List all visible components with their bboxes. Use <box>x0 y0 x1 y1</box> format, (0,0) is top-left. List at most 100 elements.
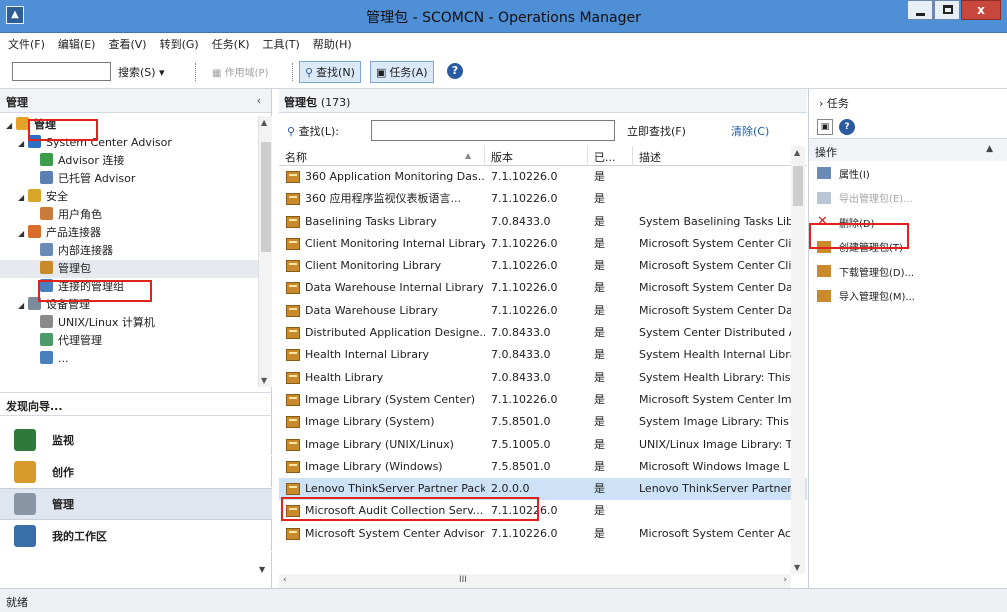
wunderbar-button[interactable]: 管理 <box>0 488 272 520</box>
table-row[interactable]: Baselining Tasks Library 7.0.8433.0 是 Syste… <box>279 211 807 233</box>
scrollbar-thumb[interactable] <box>793 166 803 206</box>
column-divider[interactable] <box>484 146 485 166</box>
wunderbar-button[interactable]: 监视 <box>0 424 272 456</box>
menu-item[interactable]: 文件(F) <box>8 36 45 52</box>
scrollbar-thumb[interactable] <box>261 142 271 252</box>
column-header-description[interactable]: 描述 <box>639 149 661 165</box>
table-row[interactable]: Data Warehouse Library 7.1.10226.0 是 Micros… <box>279 300 807 322</box>
expand-toggle-icon[interactable]: ◢ <box>6 117 16 135</box>
menu-item[interactable]: 任务(K) <box>212 36 250 52</box>
action-download[interactable]: 下载管理包(D)... <box>809 259 1007 284</box>
expand-toggle-icon[interactable]: ◢ <box>18 135 28 153</box>
column-divider[interactable] <box>587 146 588 166</box>
scroll-down-icon[interactable]: ▼ <box>261 376 267 385</box>
table-row[interactable]: Distributed Application Designe... 7.0.84… <box>279 322 807 344</box>
tasks-button[interactable]: ▣ 任务(A) <box>370 61 434 83</box>
scroll-right-icon[interactable]: › <box>783 575 787 585</box>
scrollbar-grip[interactable]: III <box>459 575 467 585</box>
action-import[interactable]: 导入管理包(M)... <box>809 284 1007 309</box>
help-tab-icon[interactable]: ? <box>839 119 855 135</box>
column-header-name[interactable]: 名称 <box>285 149 307 165</box>
expand-toggle-icon[interactable]: ◢ <box>18 189 28 207</box>
discovery-wizard-link[interactable]: 发现向导... <box>0 392 272 416</box>
minimize-button[interactable] <box>907 0 933 20</box>
cell-name: Data Warehouse Internal Library <box>305 281 484 295</box>
cell-desc: System Health Internal Libra <box>639 348 791 362</box>
cell-version: 7.0.8433.0 <box>491 348 551 362</box>
table-row[interactable]: Image Library (System) 7.5.8501.0 是 System … <box>279 411 807 433</box>
find-input[interactable] <box>371 120 615 141</box>
action-export[interactable]: 导出管理包(E)... <box>809 186 1007 211</box>
column-header-version[interactable]: 版本 <box>491 149 513 165</box>
collapse-section-icon[interactable]: ▲ <box>986 144 993 154</box>
tree-item[interactable]: 已托管 Advisor <box>0 170 258 188</box>
tasks-header[interactable]: › 任务 <box>809 89 1007 115</box>
menu-item[interactable]: 帮助(H) <box>313 36 352 52</box>
expand-toggle-icon[interactable]: ◢ <box>18 297 28 315</box>
table-row[interactable]: Image Library (UNIX/Linux) 7.5.1005.0 是 UNI… <box>279 434 807 456</box>
tree-scrollbar[interactable]: ▲ ▼ <box>258 116 272 387</box>
table-row[interactable]: Data Warehouse Internal Library 7.1.10226… <box>279 277 807 299</box>
menu-item[interactable]: 工具(T) <box>262 36 299 52</box>
expand-toggle-icon[interactable]: ◢ <box>18 225 28 243</box>
tree-item[interactable]: ◢ 设备管理 <box>0 296 258 314</box>
scroll-up-icon[interactable]: ▲ <box>794 148 800 157</box>
action-create[interactable]: 创建管理包(T) <box>809 235 1007 260</box>
cell-name: Baselining Tasks Library <box>305 214 437 228</box>
tree-item[interactable]: UNIX/Linux 计算机 <box>0 314 258 332</box>
toolbar-search-input[interactable] <box>12 62 111 81</box>
tree-item[interactable]: ◢ 产品连接器 <box>0 224 258 242</box>
tree-item[interactable]: ◢ 管理 <box>0 116 258 134</box>
table-row[interactable]: Image Library (Windows) 7.5.8501.0 是 Micros… <box>279 456 807 478</box>
tree-item[interactable]: Advisor 连接 <box>0 152 258 170</box>
cell-version: 7.1.10226.0 <box>491 259 558 273</box>
scope-button[interactable]: ▦ 作用域(P) <box>212 64 268 79</box>
cell-version: 7.5.8501.0 <box>491 459 551 473</box>
find-now-button[interactable]: 立即查找(F) <box>627 123 686 139</box>
scroll-up-icon[interactable]: ▲ <box>261 118 267 127</box>
table-row[interactable]: Lenovo ThinkServer Partner Pack 2.0.0.0 是 L… <box>279 478 807 501</box>
tree-item[interactable]: ◢ 安全 <box>0 188 258 206</box>
cell-name: Health Library <box>305 370 384 384</box>
column-divider[interactable] <box>632 146 633 166</box>
scroll-down-icon[interactable]: ▼ <box>794 563 800 572</box>
clear-button[interactable]: 清除(C) <box>731 123 769 139</box>
tree-item[interactable]: 内部连接器 <box>0 242 258 260</box>
tree-item[interactable]: 代理管理 <box>0 332 258 350</box>
table-row[interactable]: 360 应用程序监视仪表板语言... 7.1.10226.0 是 <box>279 188 807 210</box>
menu-item[interactable]: 查看(V) <box>108 36 146 52</box>
scroll-left-icon[interactable]: ‹ <box>283 575 287 585</box>
menu-item[interactable]: 编辑(E) <box>58 36 96 52</box>
more-buttons-icon[interactable]: ▼ <box>259 565 265 574</box>
table-row[interactable]: Health Internal Library 7.0.8433.0 是 System… <box>279 344 807 366</box>
maximize-button[interactable] <box>934 0 960 20</box>
cell-desc: Microsoft System Center Ac <box>639 526 791 540</box>
wunderbar-button[interactable]: 创作 <box>0 456 272 488</box>
grid-vertical-scrollbar[interactable]: ▲ ▼ <box>791 146 805 574</box>
table-row[interactable]: Microsoft Audit Collection Serv... 7.1.10… <box>279 500 807 522</box>
close-button[interactable]: x <box>961 0 1001 20</box>
help-icon[interactable]: ? <box>447 63 463 79</box>
column-header-sealed[interactable]: 已... <box>594 149 616 165</box>
table-row[interactable]: Client Monitoring Library 7.1.10226.0 是 Mic… <box>279 255 807 277</box>
grid-horizontal-scrollbar[interactable]: ‹ III › <box>279 574 791 588</box>
table-row[interactable]: Health Library 7.0.8433.0 是 System Health L… <box>279 367 807 389</box>
search-dropdown[interactable]: 搜索(S) ▾ <box>118 64 165 80</box>
action-delete[interactable]: ✕ 删除(D) <box>809 210 1007 235</box>
wunderbar-button[interactable]: 我的工作区 <box>0 520 272 552</box>
tree-item[interactable]: ... <box>0 350 258 368</box>
tree-item[interactable]: 管理包 <box>0 260 258 278</box>
tree-item[interactable]: 连接的管理组 <box>0 278 258 296</box>
table-row[interactable]: 360 Application Monitoring Das... 7.1.102… <box>279 166 807 188</box>
table-row[interactable]: Microsoft System Center Advisor 7.1.10226… <box>279 523 807 545</box>
menu-item[interactable]: 转到(G) <box>160 36 199 52</box>
tree-item[interactable]: 用户角色 <box>0 206 258 224</box>
table-row[interactable]: Client Monitoring Internal Library 7.1.10… <box>279 233 807 255</box>
find-button[interactable]: ⚲ 查找(N) <box>299 61 361 83</box>
table-row[interactable]: Image Library (System Center) 7.1.10226.0… <box>279 389 807 411</box>
actions-section-header[interactable]: 操作 ▲ <box>809 139 1007 161</box>
collapse-nav-icon[interactable]: ‹ <box>257 94 261 107</box>
action-properties[interactable]: 属性(I) <box>809 161 1007 186</box>
tree-item[interactable]: ◢ System Center Advisor <box>0 134 258 152</box>
tasks-tab[interactable]: ▣ <box>817 119 833 135</box>
